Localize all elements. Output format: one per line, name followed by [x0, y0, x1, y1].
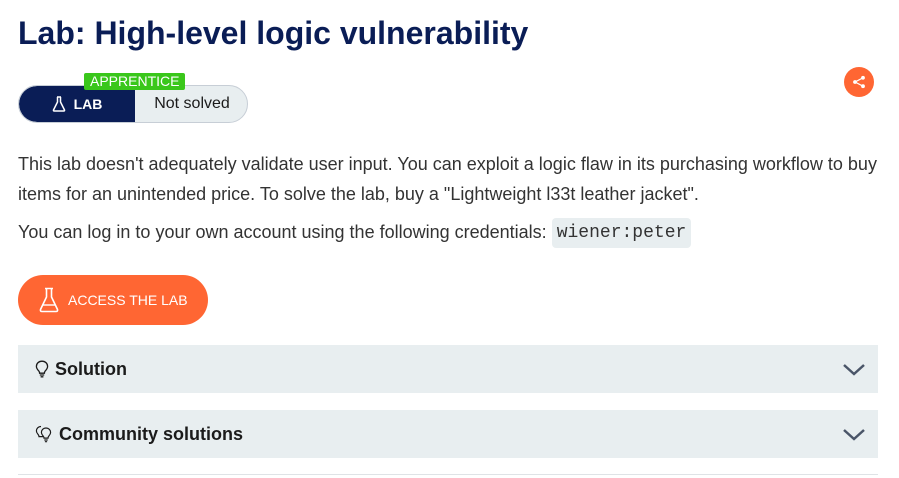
solved-status: Not solved — [154, 95, 230, 112]
access-lab-label: ACCESS THE LAB — [68, 292, 188, 308]
divider — [18, 474, 878, 475]
lab-page: Lab: High-level logic vulnerability LAB … — [0, 0, 899, 478]
credentials-text: You can log in to your own account using… — [18, 222, 547, 242]
flask-icon — [39, 287, 59, 313]
credentials-line: You can log in to your own account using… — [18, 216, 692, 249]
level-badge: APPRENTICE — [84, 73, 186, 90]
lab-description: This lab doesn't adequately validate use… — [18, 154, 877, 204]
community-solutions-label: Community solutions — [59, 423, 243, 444]
lab-label-segment: LAB — [19, 86, 135, 122]
page-title: Lab: High-level logic vulnerability — [18, 15, 529, 51]
lab-label: LAB — [73, 96, 103, 112]
chevron-down-icon — [843, 364, 865, 376]
lab-status-widget: LAB Not solved — [18, 85, 248, 123]
lightbulbs-icon — [35, 425, 52, 443]
lightbulb-icon — [35, 360, 49, 378]
share-icon — [853, 75, 865, 89]
share-button[interactable] — [844, 67, 874, 97]
chevron-down-icon — [843, 429, 865, 441]
community-solutions-accordion[interactable]: Community solutions — [18, 410, 878, 458]
solution-accordion[interactable]: Solution — [18, 345, 878, 393]
credentials-value: wiener:peter — [551, 218, 692, 249]
solution-label: Solution — [55, 358, 127, 379]
flask-icon — [52, 96, 65, 112]
access-lab-button[interactable]: ACCESS THE LAB — [18, 275, 208, 325]
